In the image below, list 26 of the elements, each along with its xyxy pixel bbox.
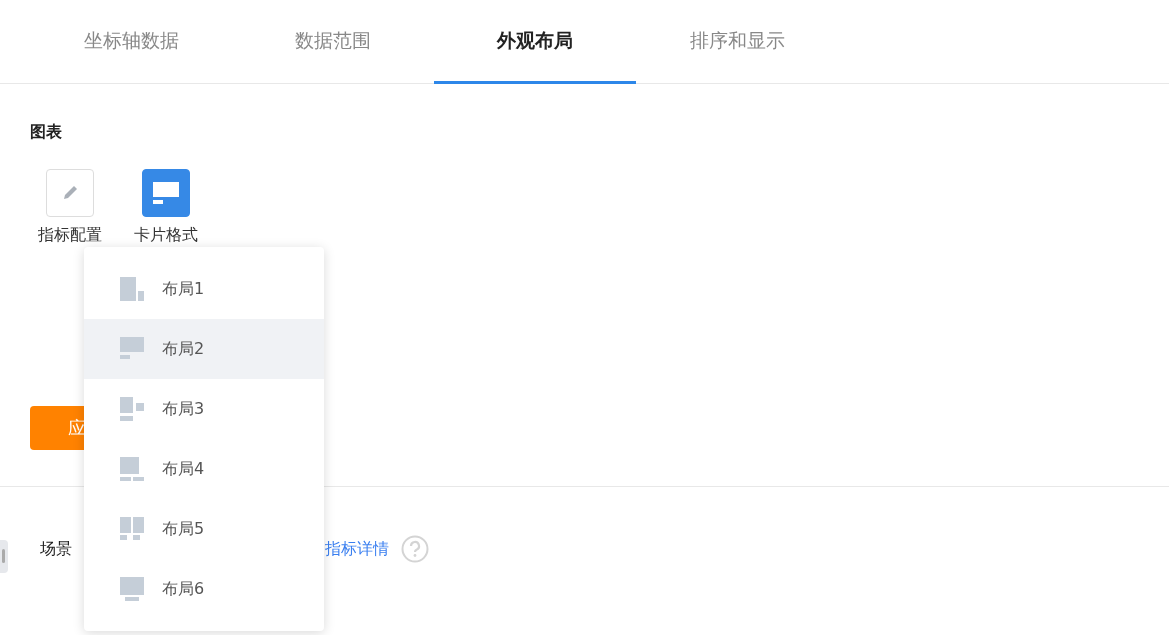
details-link[interactable]: 指标详情: [325, 538, 389, 560]
help-icon[interactable]: [401, 535, 429, 563]
layout-option[interactable]: 布局3: [84, 379, 324, 439]
pencil-icon: [62, 185, 78, 201]
tab[interactable]: 外观布局: [434, 0, 636, 84]
tab[interactable]: 数据范围: [232, 0, 434, 84]
layout-option[interactable]: 布局4: [84, 439, 324, 499]
layout-option[interactable]: 布局2: [84, 319, 324, 379]
layout-icon: [120, 457, 144, 481]
section-title: 图表: [30, 122, 63, 143]
resize-handle[interactable]: [0, 540, 8, 573]
monitor-icon: [153, 182, 179, 204]
layout-option[interactable]: 布局1: [84, 259, 324, 319]
layout-icon: [120, 577, 144, 601]
tab[interactable]: 坐标轴数据: [30, 0, 232, 84]
layout-icon: [120, 517, 144, 541]
layout-icon: [120, 337, 144, 361]
layout-option[interactable]: 布局6: [84, 559, 324, 619]
chart-option-button[interactable]: [142, 169, 190, 217]
tab[interactable]: 排序和显示: [636, 0, 838, 84]
scene-label: 场景: [40, 538, 72, 560]
chart-option-label: 卡片格式: [134, 225, 198, 246]
chart-option-label: 指标配置: [38, 225, 102, 246]
layout-icon: [120, 277, 144, 301]
layout-option[interactable]: 布局5: [84, 499, 324, 559]
layout-icon: [120, 397, 144, 421]
